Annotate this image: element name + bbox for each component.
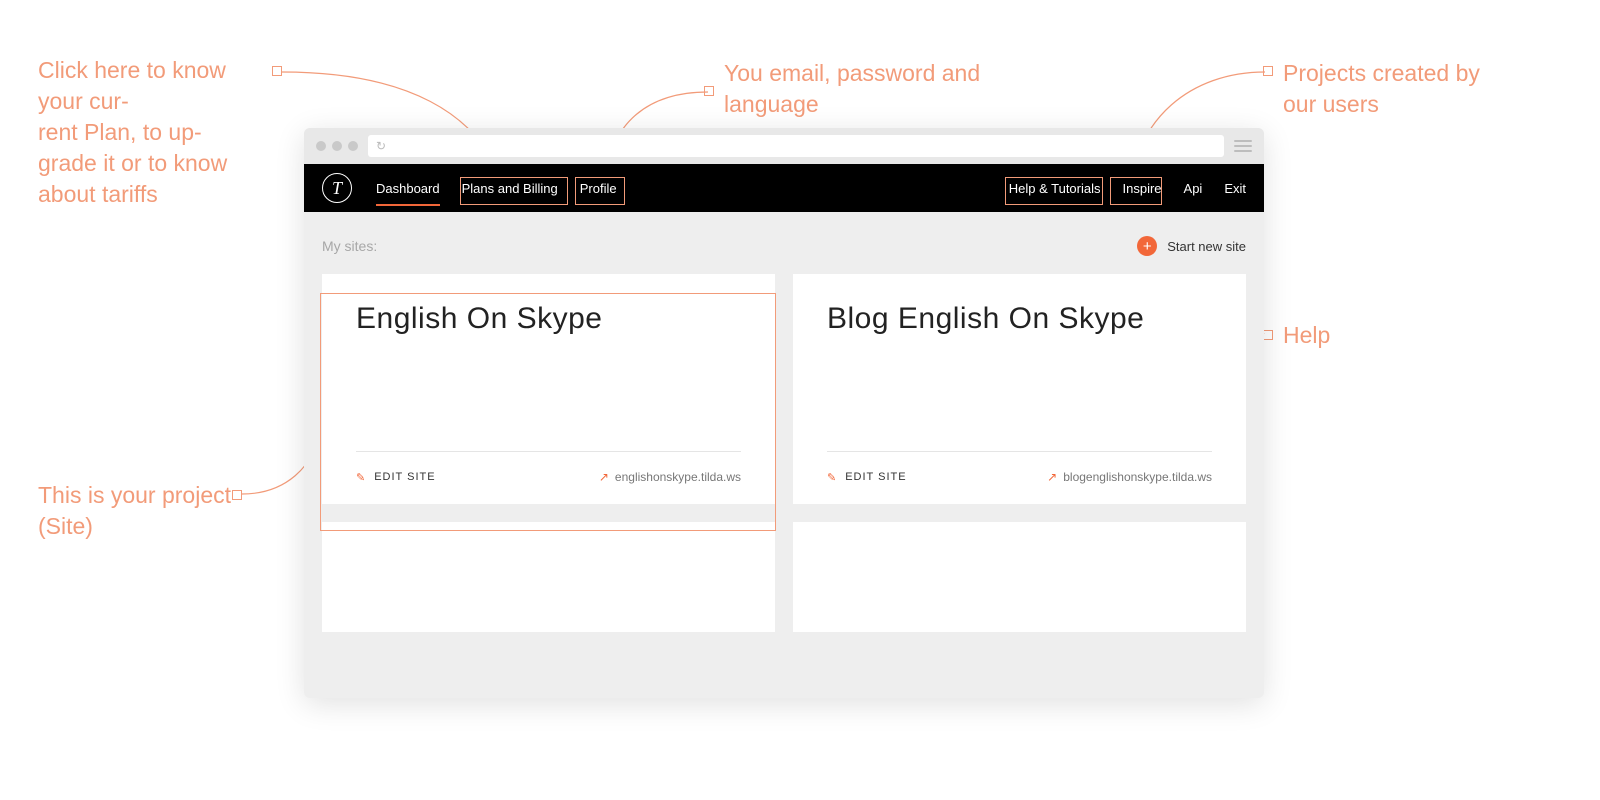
browser-titlebar: ↻ (304, 128, 1264, 164)
browser-window: ↻ T Dashboard Plans and Billing Profile … (304, 128, 1264, 698)
pencil-icon: ✎ (356, 471, 366, 484)
dot-min-icon[interactable] (332, 141, 342, 151)
edit-site-button[interactable]: ✎ EDIT SITE (827, 471, 907, 484)
nav-plans-billing[interactable]: Plans and Billing (462, 165, 558, 212)
nav-exit[interactable]: Exit (1224, 165, 1246, 212)
site-card-title: Blog English On Skype (827, 302, 1212, 336)
pencil-icon: ✎ (827, 471, 837, 484)
callout-plans-text: Click here to know your cur- rent Plan, … (38, 55, 268, 210)
callout-help-anchor (1263, 330, 1273, 340)
start-new-site-label: Start new site (1167, 239, 1246, 254)
edit-site-button[interactable]: ✎ EDIT SITE (356, 471, 436, 484)
dot-max-icon[interactable] (348, 141, 358, 151)
site-card-title: English On Skype (356, 302, 741, 336)
site-url-link[interactable]: ↗ blogenglishonskype.tilda.ws (1047, 470, 1212, 484)
top-nav: T Dashboard Plans and Billing Profile He… (304, 164, 1264, 212)
start-new-site-button[interactable]: + Start new site (1137, 236, 1246, 256)
callout-plans-anchor (272, 66, 282, 76)
callout-help-text: Help (1283, 320, 1330, 351)
callout-profile-anchor (704, 86, 714, 96)
nav-profile[interactable]: Profile (580, 165, 617, 212)
divider (827, 451, 1212, 452)
nav-help-tutorials[interactable]: Help & Tutorials (1009, 165, 1101, 212)
callout-project-text: This is your project (Site) (38, 480, 258, 542)
url-bar[interactable]: ↻ (368, 135, 1224, 157)
reload-icon[interactable]: ↻ (376, 139, 386, 153)
callout-inspire-text: Projects created by our users (1283, 58, 1503, 120)
dashboard-content: My sites: + Start new site English On Sk… (304, 212, 1264, 632)
my-sites-label: My sites: (322, 238, 377, 254)
site-card[interactable]: Blog English On Skype ✎ EDIT SITE ↗ blog… (793, 274, 1246, 504)
dot-close-icon[interactable] (316, 141, 326, 151)
edit-site-label: EDIT SITE (845, 471, 906, 483)
site-card-placeholder (793, 522, 1246, 632)
nav-inspire[interactable]: Inspire (1123, 165, 1162, 212)
divider (356, 451, 741, 452)
site-url-text: blogenglishonskype.tilda.ws (1063, 470, 1212, 484)
nav-api[interactable]: Api (1184, 165, 1203, 212)
callout-project-anchor (232, 490, 242, 500)
nav-dashboard[interactable]: Dashboard (376, 165, 440, 212)
traffic-lights (316, 141, 358, 151)
site-url-link[interactable]: ↗ englishonskype.tilda.ws (599, 470, 741, 484)
tilda-logo-icon[interactable]: T (322, 173, 352, 203)
site-card-placeholder (322, 522, 775, 632)
callout-profile-text: You email, password and language (724, 58, 984, 120)
hamburger-icon[interactable] (1234, 140, 1252, 152)
callout-inspire-anchor (1263, 66, 1273, 76)
plus-icon: + (1137, 236, 1157, 256)
edit-site-label: EDIT SITE (374, 471, 435, 483)
site-url-text: englishonskype.tilda.ws (615, 470, 741, 484)
external-link-icon: ↗ (599, 470, 609, 484)
external-link-icon: ↗ (1047, 470, 1057, 484)
site-card[interactable]: English On Skype ✎ EDIT SITE ↗ englishon… (322, 274, 775, 504)
